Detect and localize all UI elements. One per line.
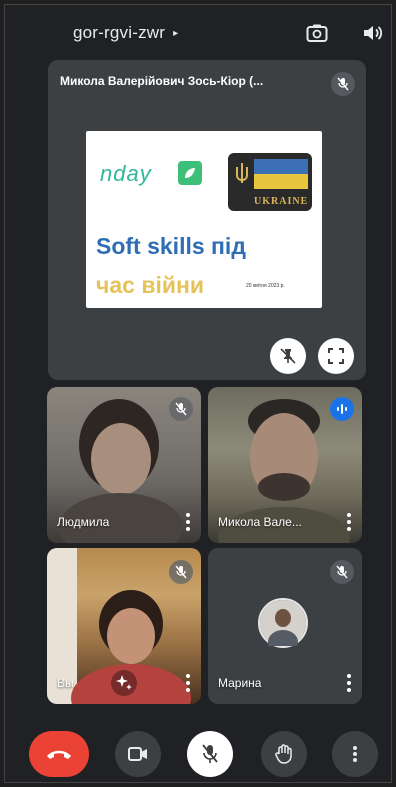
fullscreen-icon <box>328 348 344 364</box>
ukraine-emblem: UKRAINE <box>228 153 312 211</box>
camera-button[interactable] <box>115 731 161 777</box>
self-tile[interactable]: Вы <box>47 548 201 704</box>
end-call-icon <box>47 750 71 759</box>
participant-name: Вы <box>57 676 74 690</box>
effects-sparkle-icon[interactable] <box>111 670 137 696</box>
trident-icon <box>236 163 248 183</box>
more-vert-icon[interactable] <box>346 513 352 531</box>
leaf-logo-icon <box>178 161 202 185</box>
more-vert-icon[interactable] <box>185 674 191 692</box>
mic-off-icon <box>202 744 218 763</box>
participant-name: Марина <box>218 676 262 690</box>
participant-tile[interactable]: Людмила <box>47 387 201 543</box>
chevron-right-icon: ▸ <box>173 27 179 39</box>
slide-date: 20 квітня 2023 р. <box>246 283 285 289</box>
pin-off-icon <box>280 348 296 364</box>
meeting-code-label: gor-rgvi-zwr <box>73 23 166 42</box>
more-vert-icon[interactable] <box>185 513 191 531</box>
mic-off-icon <box>169 560 193 584</box>
presenter-name: Микола Валерійович Зось-Кіор (... <box>60 74 264 88</box>
participant-tile[interactable]: Микола Вале... <box>208 387 362 543</box>
shared-slide: nday UKRAINE Soft skills під час війни 2… <box>86 131 322 308</box>
meet-window: gor-rgvi-zwr ▸ Микола Валерійович Зось-К… <box>4 4 392 783</box>
top-bar: gor-rgvi-zwr ▸ <box>5 5 391 57</box>
flag-blue-stripe <box>254 159 308 174</box>
more-vert-icon[interactable] <box>346 674 352 692</box>
more-vert-icon <box>353 746 357 762</box>
speaking-indicator-icon <box>330 397 354 421</box>
participant-name: Микола Вале... <box>218 515 302 529</box>
slide-logo-text: nday <box>100 161 152 186</box>
end-call-button[interactable] <box>29 731 89 777</box>
avatar <box>258 598 308 654</box>
hand-icon <box>275 744 292 764</box>
mic-off-icon <box>169 397 193 421</box>
participant-tile[interactable]: Марина <box>208 548 362 704</box>
call-controls <box>5 723 391 783</box>
camera-icon <box>128 747 147 761</box>
more-options-button[interactable] <box>332 731 378 777</box>
emblem-text: UKRAINE <box>254 196 309 207</box>
meeting-code-button[interactable]: gor-rgvi-zwr ▸ <box>73 23 178 43</box>
presentation-tile[interactable]: Микола Валерійович Зось-Кіор (... nday U… <box>48 60 366 380</box>
fullscreen-button[interactable] <box>318 338 354 374</box>
raise-hand-button[interactable] <box>261 731 307 777</box>
mic-off-icon <box>330 560 354 584</box>
mute-presentation-button[interactable] <box>270 338 306 374</box>
switch-camera-icon[interactable] <box>305 21 329 45</box>
slide-title-line1: Soft skills під <box>96 233 246 259</box>
participant-name: Людмила <box>57 515 110 529</box>
speaker-icon[interactable] <box>361 21 385 45</box>
mic-off-icon <box>331 72 355 96</box>
slide-title-line2: час війни <box>96 272 205 298</box>
flag-yellow-stripe <box>254 174 308 189</box>
microphone-button[interactable] <box>187 731 233 777</box>
